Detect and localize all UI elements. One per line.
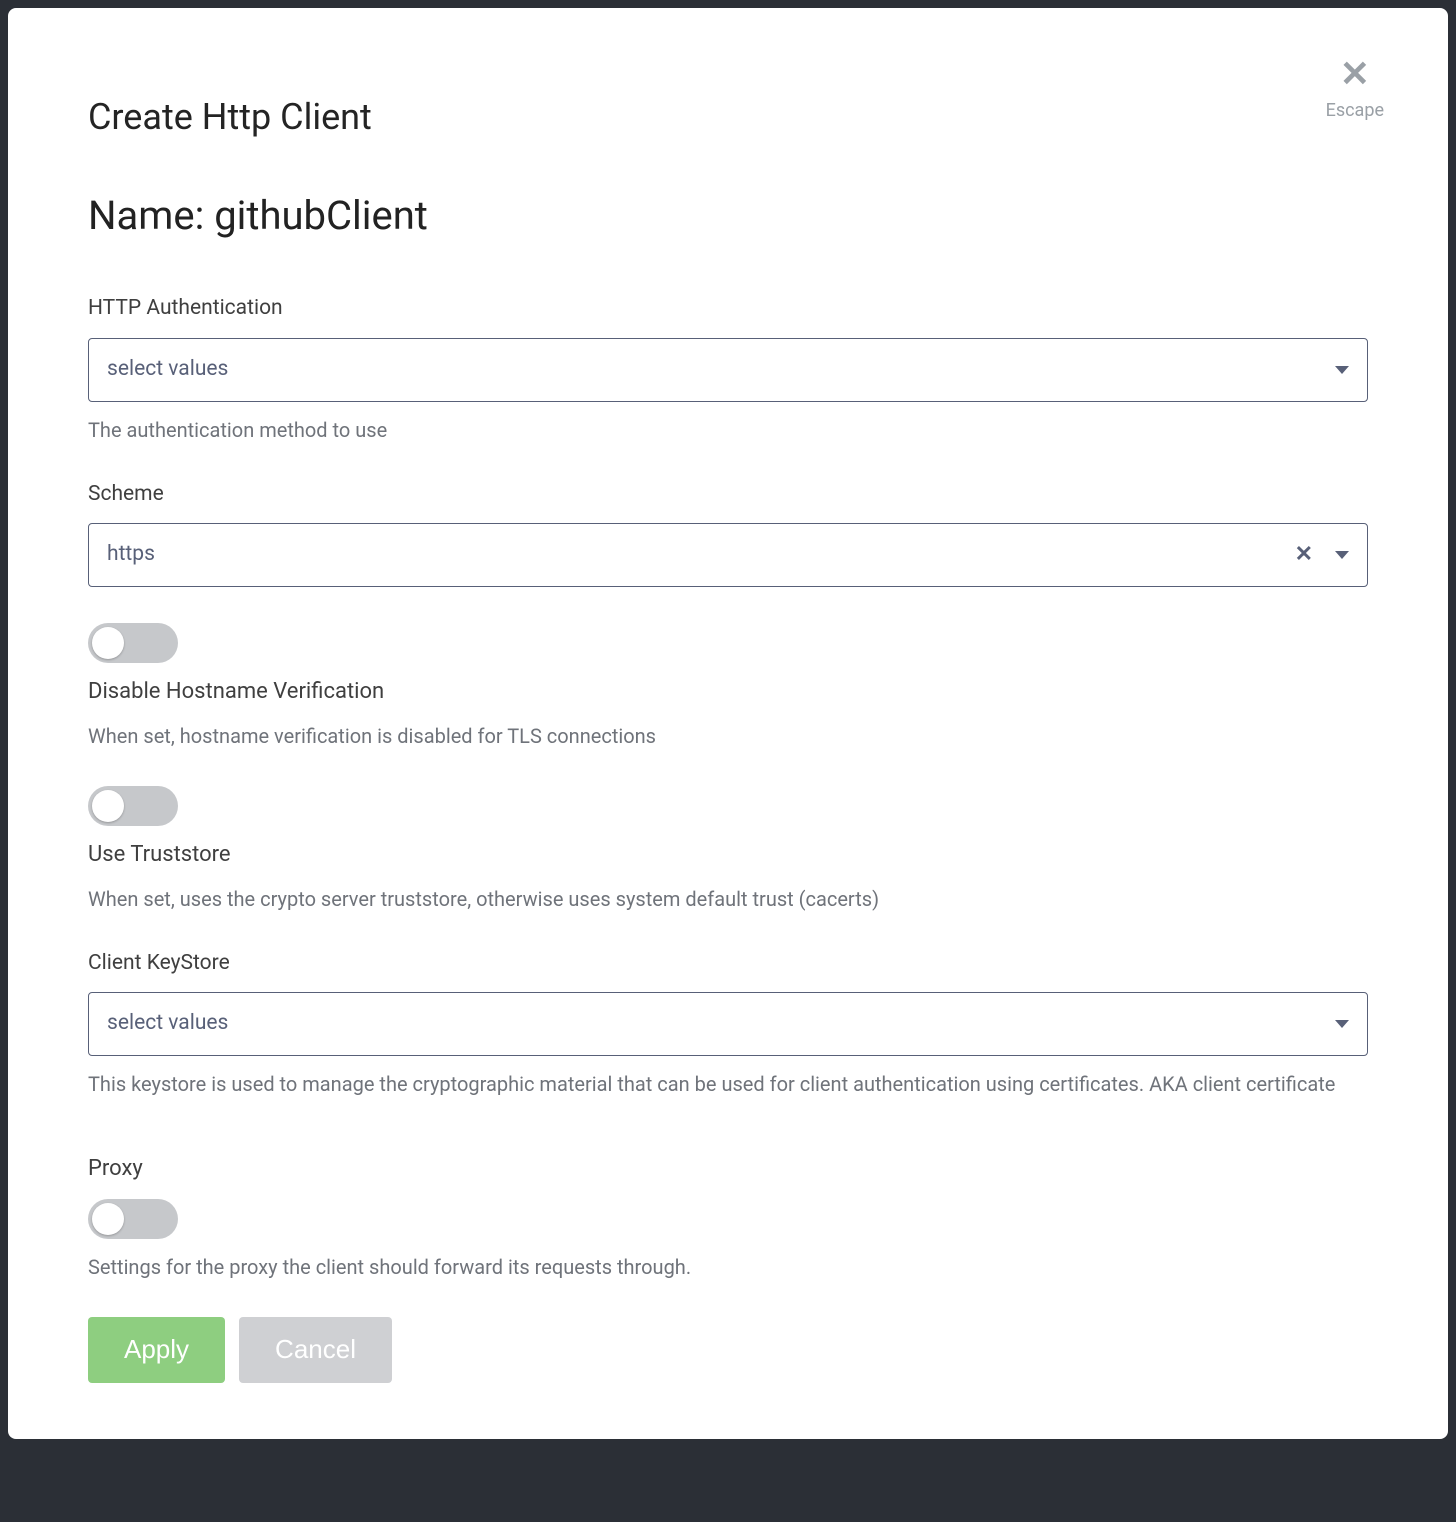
create-http-client-modal: ✕ Escape Create Http Client Name: github… [8, 8, 1448, 1439]
proxy-help: Settings for the proxy the client should… [88, 1253, 1368, 1281]
proxy-label: Proxy [88, 1154, 1368, 1185]
clear-icon[interactable]: ✕ [1295, 544, 1313, 566]
scheme-label: Scheme [88, 480, 1368, 509]
close-label: Escape [1326, 98, 1384, 123]
disable-hostname-help: When set, hostname verification is disab… [88, 722, 1368, 750]
use-truststore-help: When set, uses the crypto server trustst… [88, 885, 1368, 913]
client-keystore-label: Client KeyStore [88, 949, 1368, 978]
proxy-toggle[interactable] [88, 1199, 178, 1239]
name-prefix: Name: [88, 192, 214, 239]
modal-backdrop: ✕ Escape Create Http Client Name: github… [0, 0, 1456, 1522]
scheme-field: Scheme https ✕ [88, 480, 1368, 587]
chevron-down-icon [1335, 366, 1349, 374]
cancel-button[interactable]: Cancel [239, 1317, 392, 1383]
disable-hostname-toggle[interactable] [88, 623, 178, 663]
use-truststore-field: Use Truststore When set, uses the crypto… [88, 786, 1368, 913]
use-truststore-label: Use Truststore [88, 840, 1368, 871]
client-keystore-help: This keystore is used to manage the cryp… [88, 1070, 1368, 1098]
button-row: Apply Cancel [88, 1317, 1368, 1383]
close-icon[interactable]: ✕ [1340, 56, 1370, 92]
use-truststore-toggle[interactable] [88, 786, 178, 826]
client-keystore-select[interactable]: select values [88, 992, 1368, 1056]
scheme-value: https [107, 540, 1295, 569]
toggle-knob [92, 627, 124, 659]
http-authentication-label: HTTP Authentication [88, 294, 1368, 323]
disable-hostname-label: Disable Hostname Verification [88, 677, 1368, 708]
scheme-select[interactable]: https ✕ [88, 523, 1368, 587]
disable-hostname-field: Disable Hostname Verification When set, … [88, 623, 1368, 750]
chevron-down-icon [1335, 1020, 1349, 1028]
toggle-knob [92, 790, 124, 822]
chevron-down-icon [1335, 551, 1349, 559]
http-authentication-help: The authentication method to use [88, 416, 1368, 444]
close-area: ✕ Escape [1326, 56, 1384, 123]
client-keystore-placeholder: select values [107, 1009, 1335, 1038]
proxy-field: Proxy Settings for the proxy the client … [88, 1154, 1368, 1281]
name-value: githubClient [214, 192, 428, 239]
client-keystore-field: Client KeyStore select values This keyst… [88, 949, 1368, 1098]
modal-title: Create Http Client [88, 92, 1368, 142]
name-heading: Name: githubClient [88, 188, 1368, 244]
toggle-knob [92, 1203, 124, 1235]
http-authentication-select[interactable]: select values [88, 338, 1368, 402]
http-authentication-field: HTTP Authentication select values The au… [88, 294, 1368, 443]
apply-button[interactable]: Apply [88, 1317, 225, 1383]
http-authentication-placeholder: select values [107, 355, 1335, 384]
